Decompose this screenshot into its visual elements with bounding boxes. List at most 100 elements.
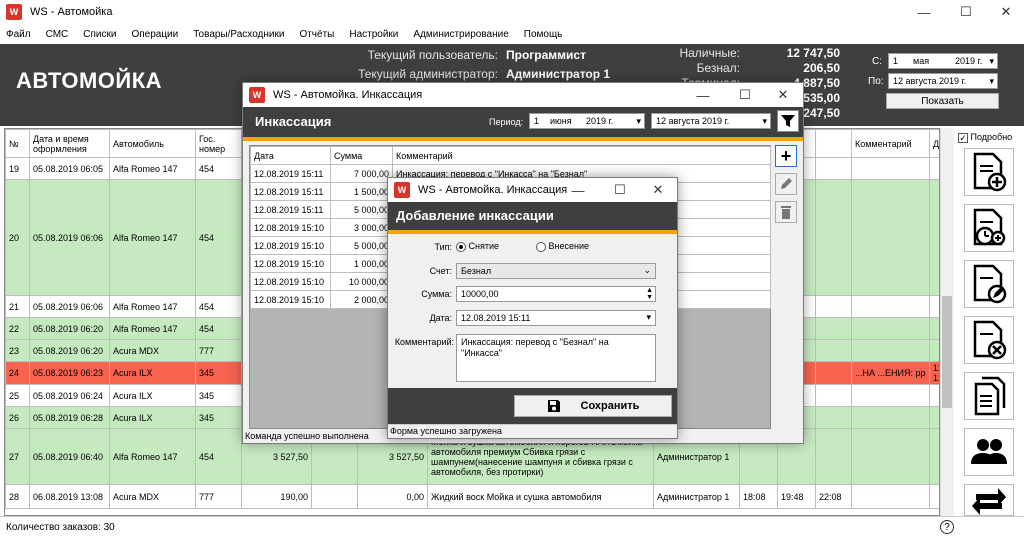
- window-titlebar: W WS - Автомойка — ☐ ✕: [0, 0, 1024, 24]
- delete-collection-button[interactable]: [775, 201, 797, 223]
- scheduled-order-button[interactable]: [964, 204, 1014, 252]
- edit-collection-button[interactable]: [775, 173, 797, 195]
- close-icon[interactable]: ✕: [986, 0, 1024, 24]
- cell-car: Alfa Romeo 147: [109, 317, 196, 340]
- documents-icon: [974, 376, 1006, 416]
- plus-icon: +: [780, 146, 792, 166]
- cell-dt: 05.08.2019 06:06: [29, 295, 110, 318]
- menu-goods[interactable]: Товары/Расходники: [193, 29, 284, 40]
- cell-car: Alfa Romeo 147: [109, 295, 196, 318]
- grid-scrollbar-thumb[interactable]: [942, 296, 952, 408]
- stepper-icon[interactable]: ▲ ▼: [646, 287, 653, 301]
- cell-t3: 22:08: [815, 484, 852, 509]
- close-icon[interactable]: ✕: [763, 83, 803, 107]
- menu-settings[interactable]: Настройки: [349, 29, 398, 40]
- cash-value: 12 747,50: [786, 46, 840, 60]
- menu-operations[interactable]: Операции: [131, 29, 178, 40]
- cell-plate: 345: [195, 406, 242, 429]
- delete-order-button[interactable]: [964, 316, 1014, 364]
- deposit-radio[interactable]: Внесение: [536, 241, 589, 252]
- cell-car: Acura ILX: [109, 406, 196, 429]
- sum-input[interactable]: 10000,00 ▲ ▼: [456, 286, 656, 302]
- calendar-icon[interactable]: ▾: [989, 76, 994, 87]
- cell-sum: 2 000,00: [330, 290, 393, 309]
- period-to-date: 12 августа 2019 г.: [656, 116, 730, 126]
- col-datetime[interactable]: Дата и время оформления: [29, 129, 110, 158]
- menu-lists[interactable]: Списки: [83, 29, 116, 40]
- col-deleted[interactable]: Дата удаления: [929, 129, 939, 158]
- col-plate[interactable]: Гос. номер: [195, 129, 242, 158]
- calendar-icon[interactable]: ▾: [989, 56, 994, 67]
- detail-toggle[interactable]: ✓ Подробно: [958, 132, 1012, 143]
- save-button[interactable]: Сохранить: [514, 395, 672, 417]
- status-bar: Количество заказов: 30: [0, 516, 1024, 539]
- menu-sms[interactable]: СМС: [46, 29, 69, 40]
- cell-dt: 05.08.2019 06:20: [29, 339, 110, 362]
- clients-button[interactable]: [964, 428, 1014, 476]
- col-comment[interactable]: Комментарий: [851, 129, 930, 158]
- cell-dt: 05.08.2019 06:40: [29, 428, 110, 485]
- comment-textarea[interactable]: Инкассация: перевод с "Безнал" на "Инкас…: [456, 334, 656, 382]
- documents-button[interactable]: [964, 372, 1014, 420]
- calendar-icon[interactable]: ▾: [762, 116, 767, 127]
- users-icon: [971, 439, 1007, 464]
- minimize-icon[interactable]: —: [683, 83, 723, 107]
- account-select[interactable]: Безнал ⌄: [456, 263, 656, 279]
- from-year: 2019 г.: [955, 56, 983, 66]
- menu-reports[interactable]: Отчёты: [299, 29, 334, 40]
- to-date-picker[interactable]: 12 августа 2019 г. ▾: [888, 73, 998, 89]
- floppy-disk-icon: [547, 400, 560, 412]
- cell-n: 28: [5, 484, 30, 509]
- period-to-picker[interactable]: 12 августа 2019 г. ▾: [651, 113, 771, 129]
- cell-car: Alfa Romeo 147: [109, 179, 196, 296]
- cell-dt: 05.08.2019 06:23: [29, 361, 110, 385]
- date-picker[interactable]: 12.08.2019 15:11 ▾: [456, 310, 656, 326]
- radio-empty-icon[interactable]: [536, 241, 546, 252]
- from-date-picker[interactable]: 1 мая 2019 г. ▾: [888, 53, 998, 69]
- withdraw-radio[interactable]: Снятие: [456, 241, 499, 252]
- col-car[interactable]: Автомобиль: [109, 129, 196, 158]
- cell-dt: 05.08.2019 06:06: [29, 179, 110, 296]
- close-icon[interactable]: ✕: [638, 178, 678, 202]
- radio-selected-icon[interactable]: [456, 241, 466, 252]
- col-sum[interactable]: Сумма: [330, 146, 393, 165]
- transfer-button[interactable]: [964, 484, 1014, 516]
- help-icon[interactable]: ?: [940, 520, 954, 534]
- menu-file[interactable]: Файл: [6, 29, 31, 40]
- edit-order-button[interactable]: [964, 260, 1014, 308]
- show-button[interactable]: Показать: [886, 93, 999, 109]
- checkbox-icon[interactable]: ✓: [958, 132, 968, 143]
- menu-help[interactable]: Помощь: [524, 29, 563, 40]
- cell-sum: 190,00: [241, 484, 312, 509]
- calendar-icon[interactable]: ▾: [646, 312, 651, 323]
- maximize-icon[interactable]: ☐: [946, 0, 986, 24]
- sum-label: Сумма:: [421, 289, 452, 299]
- period-from-picker[interactable]: 1 июня 2019 г. ▾: [529, 113, 645, 129]
- cell-services: Жидкий воск Мойка и сушка автомобиля: [427, 484, 654, 509]
- maximize-icon[interactable]: ☐: [600, 178, 640, 202]
- filter-button[interactable]: [777, 110, 799, 132]
- cell-dt: 05.08.2019 06:05: [29, 157, 110, 180]
- from-month: мая: [913, 56, 930, 66]
- minimize-icon[interactable]: —: [904, 0, 944, 24]
- cell-n: 24: [5, 361, 30, 385]
- maximize-icon[interactable]: ☐: [725, 83, 765, 107]
- col-date[interactable]: Дата: [250, 146, 331, 165]
- period-from-day: 1: [534, 116, 540, 126]
- cell-date: 12.08.2019 15:10: [250, 218, 331, 237]
- cell-date: 12.08.2019 15:10: [250, 236, 331, 255]
- cell-t1: 18:08: [739, 484, 778, 509]
- add-collection-status: Форма успешно загружена: [388, 424, 677, 438]
- minimize-icon[interactable]: —: [558, 178, 598, 202]
- cell-date: 12.08.2019 15:10: [250, 290, 331, 309]
- calendar-icon[interactable]: ▾: [636, 116, 641, 127]
- table-row[interactable]: 28 06.08.2019 13:08 Acura MDX 777 190,00 0,00…: [5, 484, 939, 509]
- cell-car: Acura ILX: [109, 361, 196, 385]
- col-number[interactable]: №: [5, 129, 30, 158]
- new-order-button[interactable]: [964, 148, 1014, 196]
- col-12[interactable]: [815, 129, 852, 158]
- add-collection-button[interactable]: +: [775, 145, 797, 167]
- cell-car: Acura MDX: [109, 339, 196, 362]
- menu-admin[interactable]: Администрирование: [413, 29, 508, 40]
- col-comment[interactable]: Комментарий: [392, 146, 771, 165]
